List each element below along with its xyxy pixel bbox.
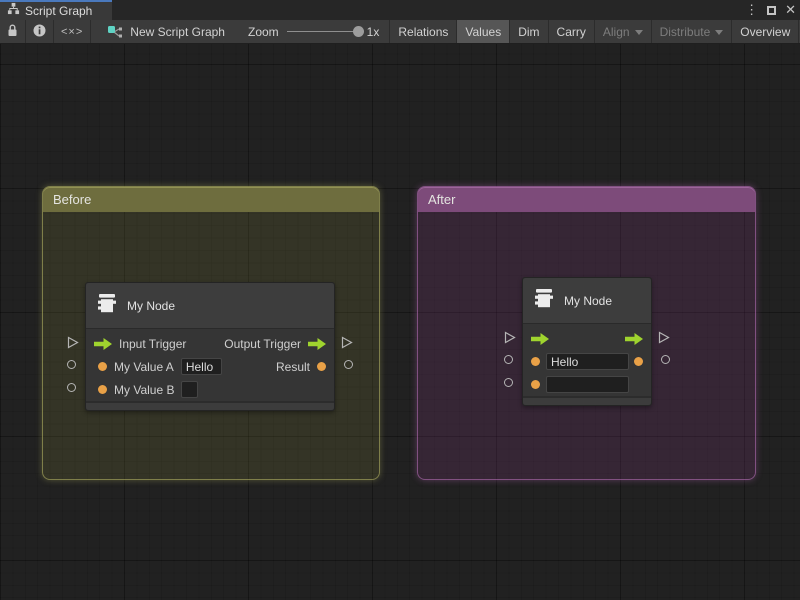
distribute-dropdown[interactable]: Distribute	[652, 20, 733, 43]
value-out-port[interactable]	[634, 357, 643, 366]
flow-in-port[interactable]	[531, 333, 549, 345]
value-in-port[interactable]	[531, 357, 540, 366]
values-button[interactable]: Values	[457, 20, 510, 43]
dim-button[interactable]: Dim	[510, 20, 548, 43]
value-in-port[interactable]	[98, 385, 107, 394]
zoom-value: 1x	[367, 25, 380, 39]
zoom-slider[interactable]	[287, 31, 359, 32]
zoom-control: Zoom 1x	[232, 20, 390, 43]
node-after-header[interactable]: My Node	[523, 278, 651, 324]
flow-out-port[interactable]	[308, 338, 326, 350]
code-preview-button[interactable]: <×>	[54, 20, 91, 43]
node-after[interactable]: My Node	[522, 277, 652, 406]
overview-button[interactable]: Overview	[732, 20, 799, 43]
unit-icon	[95, 291, 119, 320]
script-graph-asset-icon	[107, 25, 123, 39]
group-before-title: Before	[53, 192, 91, 207]
external-flow-port[interactable]	[341, 336, 353, 354]
external-value-port[interactable]	[67, 360, 76, 369]
node-after-body	[523, 324, 651, 396]
value-in-port[interactable]	[98, 362, 107, 371]
info-button[interactable]	[26, 20, 54, 43]
flow-in-port[interactable]	[94, 338, 112, 350]
graph-hierarchy-icon	[7, 2, 20, 20]
external-value-port[interactable]	[504, 355, 513, 364]
port-row: My Value A Result	[86, 355, 334, 378]
close-icon[interactable]: ✕	[785, 0, 796, 20]
window-controls: ⋮ ✕	[745, 0, 796, 20]
port-row	[523, 350, 651, 373]
external-value-port[interactable]	[67, 383, 76, 392]
distribute-label: Distribute	[660, 25, 711, 39]
node-title: My Node	[127, 299, 175, 313]
chevron-down-icon	[715, 30, 723, 35]
group-after-header[interactable]: After	[418, 187, 755, 212]
node-footer	[86, 401, 334, 410]
node-after-wrapper: My Node	[522, 277, 652, 406]
my-value-b-field[interactable]	[181, 381, 198, 398]
external-value-port[interactable]	[504, 378, 513, 387]
node-before-header[interactable]: My Node	[86, 283, 334, 329]
toolbar: <×> New Script Graph Zoom 1x Relations V…	[0, 20, 800, 44]
zoom-slider-handle[interactable]	[353, 26, 364, 37]
graph-asset-name: New Script Graph	[130, 25, 225, 39]
value-out-port[interactable]	[317, 362, 326, 371]
align-label: Align	[603, 25, 630, 39]
relations-button[interactable]: Relations	[390, 20, 457, 43]
flow-out-port[interactable]	[625, 333, 643, 345]
my-value-a-field[interactable]	[546, 353, 629, 370]
tab-label: Script Graph	[25, 4, 92, 18]
graph-canvas[interactable]: Before After	[0, 44, 800, 600]
node-footer	[523, 396, 651, 405]
menu-dots-icon[interactable]: ⋮	[745, 0, 758, 20]
lock-icon	[7, 24, 18, 40]
port-label-my-value-a: My Value A	[114, 360, 174, 374]
port-row	[523, 327, 651, 350]
port-label-result: Result	[276, 360, 310, 374]
my-value-b-field[interactable]	[546, 376, 629, 393]
port-label-output-trigger: Output Trigger	[224, 337, 301, 351]
tab-script-graph[interactable]: Script Graph	[0, 0, 112, 20]
chevron-down-icon	[635, 30, 643, 35]
node-before-body: Input Trigger Output Trigger My Valu	[86, 329, 334, 401]
graph-asset-selector[interactable]: New Script Graph	[91, 20, 232, 43]
port-label-my-value-b: My Value B	[114, 383, 174, 397]
my-value-a-field[interactable]	[181, 358, 222, 375]
info-icon	[33, 24, 46, 40]
lock-button[interactable]	[0, 20, 26, 43]
external-flow-port[interactable]	[658, 331, 670, 349]
external-flow-port[interactable]	[67, 336, 79, 354]
port-label-input-trigger: Input Trigger	[119, 337, 186, 351]
zoom-label: Zoom	[248, 25, 279, 39]
node-before[interactable]: My Node Input Trigger Output Trigger	[85, 282, 335, 411]
group-before-header[interactable]: Before	[43, 187, 379, 212]
external-value-port[interactable]	[344, 360, 353, 369]
port-row: Input Trigger Output Trigger	[86, 332, 334, 355]
node-title: My Node	[564, 294, 612, 308]
port-row	[523, 373, 651, 396]
unit-icon	[532, 286, 556, 315]
group-after-title: After	[428, 192, 455, 207]
tab-bar: Script Graph ⋮ ✕	[0, 0, 800, 20]
align-dropdown[interactable]: Align	[595, 20, 652, 43]
carry-button[interactable]: Carry	[549, 20, 595, 43]
code-icon: <×>	[61, 26, 83, 38]
value-in-port[interactable]	[531, 380, 540, 389]
external-flow-port[interactable]	[504, 331, 516, 349]
node-before-wrapper: My Node Input Trigger Output Trigger	[85, 282, 335, 411]
maximize-icon[interactable]	[767, 6, 776, 15]
port-row: My Value B	[86, 378, 334, 401]
script-graph-window: Script Graph ⋮ ✕	[0, 0, 800, 600]
external-value-port[interactable]	[661, 355, 670, 364]
